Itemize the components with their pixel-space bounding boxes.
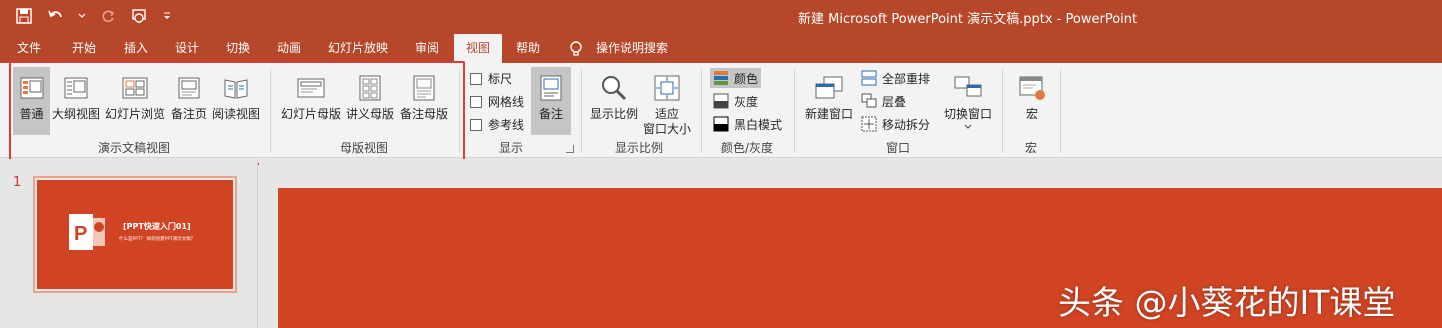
group-label-macros: 宏 <box>1025 141 1038 155</box>
tab-insert[interactable]: 插入 <box>124 39 148 56</box>
arrange-all-button[interactable]: 全部重排 <box>858 68 933 88</box>
checkbox-box <box>470 72 482 85</box>
grayscale-button[interactable]: 灰度 <box>710 91 761 111</box>
thumbnail-subtitle: 什么是PPT？ 如何创建PPT演示文稿? <box>119 237 194 242</box>
save-icon[interactable] <box>14 6 34 26</box>
title-bar: 新建 Microsoft PowerPoint 演示文稿.pptx - Powe… <box>0 0 1442 34</box>
color-swatch-icon <box>714 71 728 85</box>
group-label-window: 窗口 <box>886 141 911 155</box>
group-separator <box>794 69 795 153</box>
switch-window-button[interactable]: 切换窗口 <box>941 67 995 130</box>
group-separator <box>701 69 702 153</box>
tab-transitions[interactable]: 切换 <box>226 39 250 56</box>
tab-review[interactable]: 审阅 <box>415 39 439 56</box>
undo-icon[interactable] <box>46 6 66 26</box>
tab-design[interactable]: 设计 <box>175 39 199 56</box>
document-title: 新建 Microsoft PowerPoint 演示文稿.pptx - Powe… <box>798 12 1138 27</box>
notes-icon <box>536 71 566 105</box>
tab-home[interactable]: 开始 <box>72 39 96 56</box>
group-label-color: 颜色/灰度 <box>721 141 774 155</box>
group-separator <box>581 69 582 153</box>
cascade-button[interactable]: 层叠 <box>858 91 909 111</box>
macro-icon <box>1017 71 1047 105</box>
fit-window-icon <box>652 71 682 105</box>
checkbox-box <box>470 118 482 131</box>
svg-text:P: P <box>74 223 87 245</box>
customize-qat-icon[interactable] <box>162 6 172 26</box>
switch-window-icon <box>953 71 983 105</box>
guides-checkbox[interactable]: 参考线 <box>470 116 524 133</box>
tab-animations[interactable]: 动画 <box>277 39 301 56</box>
black-white-button[interactable]: 黑白模式 <box>710 114 785 134</box>
notes-button[interactable]: 备注 <box>531 67 571 135</box>
move-split-button[interactable]: 移动拆分 <box>858 114 933 134</box>
group-separator <box>1060 69 1061 153</box>
tab-file[interactable]: 文件 <box>17 39 41 56</box>
group-separator <box>1002 69 1003 153</box>
magnifier-icon <box>599 71 629 105</box>
undo-dropdown-icon[interactable] <box>78 6 86 26</box>
grayscale-icon <box>713 93 729 109</box>
new-window-icon <box>814 71 844 105</box>
group-label-zoom: 显示比例 <box>615 141 664 155</box>
tell-me-search[interactable]: 操作说明搜索 <box>596 39 668 56</box>
show-dialog-launcher[interactable] <box>566 145 574 153</box>
powerpoint-logo-icon: P <box>69 214 105 250</box>
checkbox-box <box>470 95 482 108</box>
tab-help[interactable]: 帮助 <box>516 39 540 56</box>
thumbnail-title: [PPT快速入门01] <box>123 222 191 231</box>
slide-thumbnail[interactable]: P [PPT快速入门01] 什么是PPT？ 如何创建PPT演示文稿? <box>33 176 237 293</box>
tab-view[interactable]: 视图 <box>454 34 503 63</box>
color-button[interactable]: 颜色 <box>710 68 762 88</box>
annotation-highlight-box <box>9 61 465 165</box>
dropdown-arrow-icon <box>964 124 972 129</box>
zoom-button[interactable]: 显示比例 <box>589 67 639 122</box>
tab-slideshow[interactable]: 幻灯片放映 <box>328 39 388 56</box>
group-label-show: 显示 <box>499 141 524 155</box>
black-white-icon <box>713 116 729 132</box>
ruler-checkbox[interactable]: 标尺 <box>470 70 512 87</box>
macros-button[interactable]: 宏 <box>1012 67 1052 122</box>
ribbon-tabs: 文件 开始 插入 设计 切换 动画 幻灯片放映 审阅 视图 帮助 操作说明搜索 <box>0 34 1442 63</box>
quick-access-toolbar <box>14 6 172 26</box>
start-from-beginning-icon[interactable] <box>130 6 150 26</box>
new-window-button[interactable]: 新建窗口 <box>803 67 855 122</box>
fit-to-window-button[interactable]: 适应 窗口大小 <box>642 67 692 137</box>
slide-number: 1 <box>13 175 22 190</box>
slide-thumbnail-content: P [PPT快速入门01] 什么是PPT？ 如何创建PPT演示文稿? <box>37 180 233 289</box>
watermark-text: 头条 @小葵花的IT课堂 <box>1058 283 1396 322</box>
arrange-all-icon <box>861 70 877 86</box>
move-split-icon <box>861 116 877 132</box>
redo-icon[interactable] <box>98 6 118 26</box>
cascade-icon <box>861 93 877 108</box>
lightbulb-icon <box>569 40 583 61</box>
gridlines-checkbox[interactable]: 网格线 <box>470 93 524 110</box>
